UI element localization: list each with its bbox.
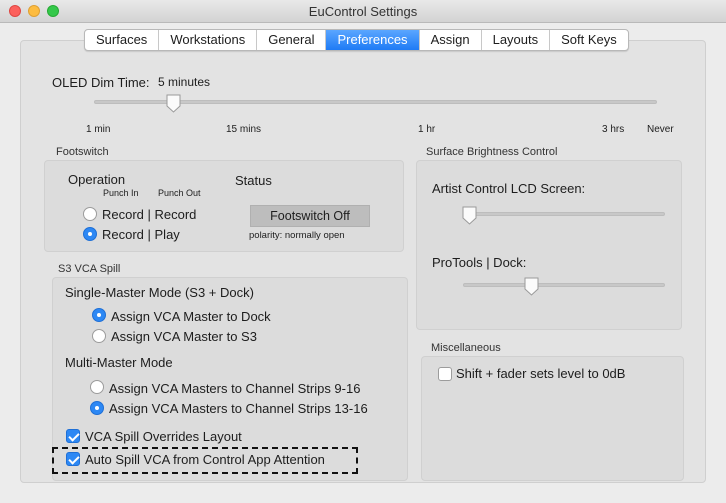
tab-bar: Surfaces Workstations General Preference… — [84, 29, 629, 51]
oled-dim-value: 5 minutes — [158, 75, 211, 89]
artist-lcd-label: Artist Control LCD Screen: — [432, 181, 586, 196]
channel-strips-13-16-label[interactable]: Assign VCA Masters to Channel Strips 13-… — [109, 401, 368, 416]
tab-surfaces[interactable]: Surfaces — [85, 30, 160, 50]
zoom-window-button[interactable] — [47, 5, 59, 17]
tab-soft-keys[interactable]: Soft Keys — [550, 30, 628, 50]
status-label: Status — [235, 173, 272, 188]
single-master-heading: Single-Master Mode (S3 + Dock) — [65, 285, 254, 300]
oled-tick-15mins: 15 mins — [226, 124, 262, 135]
shift-fader-label[interactable]: Shift + fader sets level to 0dB — [456, 366, 625, 381]
settings-window: EuControl Settings Surfaces Workstations… — [0, 0, 726, 503]
record-play-label[interactable]: Record | Play — [102, 227, 180, 242]
record-record-radio[interactable] — [83, 207, 97, 221]
tab-workstations[interactable]: Workstations — [159, 30, 258, 50]
punch-out-label: Punch Out — [158, 188, 201, 198]
misc-group-title: Miscellaneous — [431, 342, 501, 354]
punch-in-label: Punch In — [103, 188, 139, 198]
vca-overrides-layout-checkbox[interactable] — [66, 429, 80, 443]
auto-spill-vca-checkbox[interactable] — [66, 452, 80, 466]
protools-dock-slider-thumb[interactable] — [524, 277, 539, 296]
polarity-label: polarity: normally open — [249, 230, 345, 241]
record-play-radio[interactable] — [83, 227, 97, 241]
tab-general[interactable]: General — [257, 30, 327, 50]
minimize-window-button[interactable] — [28, 5, 40, 17]
vca-overrides-layout-label[interactable]: VCA Spill Overrides Layout — [85, 429, 242, 444]
title-bar: EuControl Settings — [0, 0, 726, 23]
assign-master-s3-radio[interactable] — [92, 329, 106, 343]
oled-tick-1hr: 1 hr — [418, 124, 436, 135]
protools-dock-label: ProTools | Dock: — [432, 255, 527, 270]
oled-tick-never: Never — [647, 124, 674, 135]
multi-master-heading: Multi-Master Mode — [65, 355, 173, 370]
channel-strips-9-16-radio[interactable] — [90, 380, 104, 394]
operation-label: Operation — [68, 172, 126, 187]
brightness-group-title: Surface Brightness Control — [426, 146, 558, 158]
record-record-label[interactable]: Record | Record — [102, 207, 196, 222]
window-title: EuControl Settings — [308, 4, 418, 19]
protools-dock-slider[interactable] — [463, 283, 665, 287]
footswitch-group-title: Footswitch — [56, 146, 109, 158]
footswitch-status-button[interactable]: Footswitch Off — [250, 205, 370, 227]
tab-preferences[interactable]: Preferences — [326, 30, 420, 50]
oled-tick-1min: 1 min — [86, 124, 111, 135]
channel-strips-13-16-radio[interactable] — [90, 401, 104, 415]
oled-dim-label: OLED Dim Time: — [52, 75, 150, 90]
oled-dim-slider-thumb[interactable] — [166, 94, 181, 113]
oled-tick-3hrs: 3 hrs — [602, 124, 625, 135]
tab-assign[interactable]: Assign — [420, 30, 482, 50]
channel-strips-9-16-label[interactable]: Assign VCA Masters to Channel Strips 9-1… — [109, 381, 360, 396]
artist-lcd-slider-thumb[interactable] — [462, 206, 477, 225]
assign-master-dock-label[interactable]: Assign VCA Master to Dock — [111, 309, 271, 324]
auto-spill-vca-label[interactable]: Auto Spill VCA from Control App Attentio… — [85, 452, 325, 467]
shift-fader-checkbox[interactable] — [438, 367, 452, 381]
tab-layouts[interactable]: Layouts — [482, 30, 551, 50]
artist-lcd-slider[interactable] — [463, 212, 665, 216]
close-window-button[interactable] — [9, 5, 21, 17]
assign-master-s3-label[interactable]: Assign VCA Master to S3 — [111, 329, 257, 344]
assign-master-dock-radio[interactable] — [92, 308, 106, 322]
vca-spill-group-title: S3 VCA Spill — [58, 263, 121, 275]
